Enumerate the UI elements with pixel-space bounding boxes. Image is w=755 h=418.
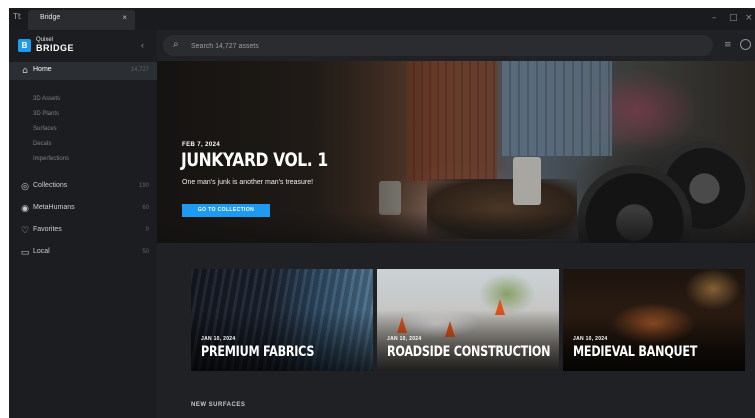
bridge-app-window: Tt Bridge × – □ × B Quixel BRIDGE ‹ ⌂ Ho… bbox=[9, 8, 755, 418]
sidebar-item-label: Home bbox=[33, 66, 52, 73]
card-title: MEDIEVAL BANQUET bbox=[573, 344, 698, 360]
collection-card-medieval-banquet[interactable]: JAN 10, 2024 MEDIEVAL BANQUET bbox=[563, 269, 745, 371]
filter-icon[interactable]: ≡ bbox=[724, 40, 732, 50]
app-logo-icon: Tt bbox=[13, 12, 22, 21]
main-content: ⌕ ≡ FEB 7, 2024 JUNKYARD VOL. 1 One man'… bbox=[157, 30, 755, 418]
sidebar-item-count: 0 bbox=[145, 227, 149, 233]
sidebar-subitem-decals[interactable]: Decals bbox=[33, 141, 51, 147]
card-title: PREMIUM FABRICS bbox=[201, 344, 315, 360]
collapse-sidebar-icon[interactable]: ‹ bbox=[141, 40, 144, 50]
globe-icon: ◎ bbox=[21, 182, 29, 192]
sidebar-item-label: Collections bbox=[33, 182, 68, 189]
sidebar-item-label: Favorites bbox=[33, 226, 62, 233]
home-icon: ⌂ bbox=[22, 66, 28, 76]
hero-image-barrel bbox=[513, 157, 541, 205]
sidebar-item-label: MetaHumans bbox=[33, 204, 75, 211]
heart-icon: ♡ bbox=[20, 226, 30, 236]
collection-card-premium-fabrics[interactable]: JAN 10, 2024 PREMIUM FABRICS bbox=[191, 269, 373, 371]
hero-title: JUNKYARD VOL. 1 bbox=[181, 149, 328, 171]
search-input[interactable] bbox=[191, 40, 491, 52]
search-bar[interactable]: ⌕ bbox=[163, 35, 713, 56]
sidebar-item-count: 190 bbox=[138, 183, 149, 189]
sidebar-item-favorites[interactable]: ♡ Favorites 0 bbox=[9, 222, 157, 240]
minimize-icon[interactable]: – bbox=[712, 13, 717, 23]
sidebar: B Quixel BRIDGE ‹ ⌂ Home 14,727 3D Asset… bbox=[9, 30, 157, 418]
sidebar-item-collections[interactable]: ◎ Collections 190 bbox=[9, 178, 157, 196]
card-date: JAN 10, 2024 bbox=[573, 336, 608, 342]
sidebar-subitem-imperfections[interactable]: Imperfections bbox=[33, 156, 69, 162]
card-date: JAN 10, 2024 bbox=[387, 336, 422, 342]
sidebar-item-count: 14,727 bbox=[130, 67, 149, 73]
sidebar-subitem-3d-assets[interactable]: 3D Assets bbox=[33, 96, 60, 102]
sidebar-item-home[interactable]: ⌂ Home 14,727 bbox=[9, 62, 157, 80]
sidebar-subitem-3d-plants[interactable]: 3D Plants bbox=[33, 111, 59, 117]
tab-bridge[interactable]: Bridge × bbox=[28, 10, 135, 30]
section-heading-new-surfaces: NEW SURFACES bbox=[191, 402, 246, 408]
hero-subtitle: One man's junk is another man's treasure… bbox=[182, 179, 314, 186]
hero-banner[interactable]: FEB 7, 2024 JUNKYARD VOL. 1 One man's ju… bbox=[157, 61, 755, 243]
close-icon[interactable]: × bbox=[745, 13, 753, 23]
sidebar-item-count: 50 bbox=[142, 249, 149, 255]
tab-label: Bridge bbox=[40, 14, 61, 21]
logo-product: BRIDGE bbox=[36, 43, 75, 53]
hero-date: FEB 7, 2024 bbox=[182, 142, 221, 148]
maximize-icon[interactable]: □ bbox=[729, 13, 738, 23]
hero-image-wall bbox=[502, 61, 612, 156]
sidebar-item-label: Local bbox=[33, 248, 50, 255]
go-to-collection-button[interactable]: GO TO COLLECTION bbox=[182, 204, 270, 217]
card-date: JAN 10, 2024 bbox=[201, 336, 236, 342]
quixel-logo-icon: B bbox=[18, 39, 31, 52]
card-title: ROADSIDE CONSTRUCTION bbox=[387, 344, 551, 360]
sidebar-item-local[interactable]: ▭ Local 50 bbox=[9, 244, 157, 262]
sidebar-item-metahumans[interactable]: ◉ MetaHumans 60 bbox=[9, 200, 157, 218]
user-account-icon[interactable] bbox=[740, 39, 751, 50]
search-icon: ⌕ bbox=[173, 39, 179, 50]
sidebar-subitem-surfaces[interactable]: Surfaces bbox=[33, 126, 57, 132]
monitor-icon: ▭ bbox=[20, 248, 30, 258]
collection-card-roadside-construction[interactable]: JAN 10, 2024 ROADSIDE CONSTRUCTION bbox=[377, 269, 559, 371]
metahuman-icon: ◉ bbox=[21, 204, 29, 214]
tab-close-icon[interactable]: × bbox=[122, 13, 127, 22]
sidebar-item-count: 60 bbox=[142, 205, 149, 211]
title-bar: Tt Bridge × – □ × bbox=[9, 8, 755, 30]
